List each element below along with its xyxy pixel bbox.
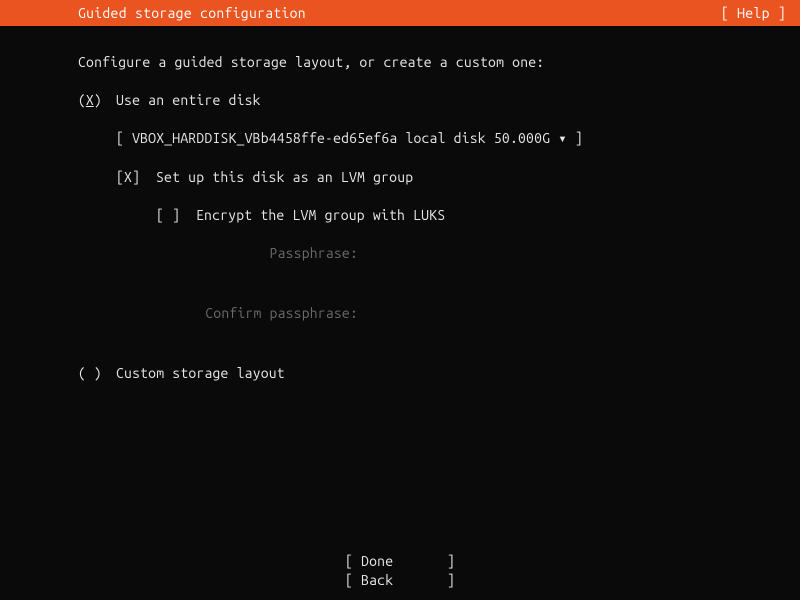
option-custom-label: Custom storage layout <box>116 365 285 381</box>
passphrase-label: Passphrase: <box>196 245 366 261</box>
encrypt-checkbox-row[interactable]: [ ] Encrypt the LVM group with LUKS <box>156 207 722 223</box>
option-entire-disk-label: Use an entire disk <box>116 92 261 108</box>
lvm-checkbox[interactable]: [X] <box>116 169 156 185</box>
page-title: Guided storage configuration <box>78 5 306 21</box>
back-button[interactable]: [ Back] <box>345 571 455 590</box>
passphrase-row: Passphrase: <box>196 245 722 261</box>
header-bar: Guided storage configuration [ Help ] <box>0 0 800 26</box>
instruction-text: Configure a guided storage layout, or cr… <box>78 54 722 70</box>
confirm-passphrase-row: Confirm passphrase: <box>196 305 722 321</box>
disk-selector-dropdown[interactable]: [ VBOX_HARDDISK_VBb4458ffe-ed65ef6a loca… <box>116 130 722 147</box>
help-button[interactable]: [ Help ] <box>721 5 786 21</box>
lvm-label: Set up this disk as an LVM group <box>156 169 413 185</box>
radio-entire-disk[interactable]: (X) <box>78 92 116 108</box>
option-entire-disk[interactable]: (X) Use an entire disk <box>78 92 722 108</box>
radio-custom[interactable]: ( ) <box>78 365 116 381</box>
content-area: Configure a guided storage layout, or cr… <box>0 26 800 381</box>
confirm-passphrase-label: Confirm passphrase: <box>196 305 366 321</box>
done-button[interactable]: [ Done] <box>345 552 455 571</box>
lvm-subblock: [ ] Encrypt the LVM group with LUKS Pass… <box>156 207 722 321</box>
footer: [ Done] [ Back] <box>0 552 800 590</box>
option-custom[interactable]: ( ) Custom storage layout <box>78 365 722 381</box>
encrypt-subblock: Passphrase: Confirm passphrase: <box>196 245 722 321</box>
entire-disk-subblock: [ VBOX_HARDDISK_VBb4458ffe-ed65ef6a loca… <box>116 130 722 321</box>
encrypt-checkbox[interactable]: [ ] <box>156 207 196 223</box>
lvm-checkbox-row[interactable]: [X] Set up this disk as an LVM group <box>116 169 722 185</box>
encrypt-label: Encrypt the LVM group with LUKS <box>196 207 445 223</box>
